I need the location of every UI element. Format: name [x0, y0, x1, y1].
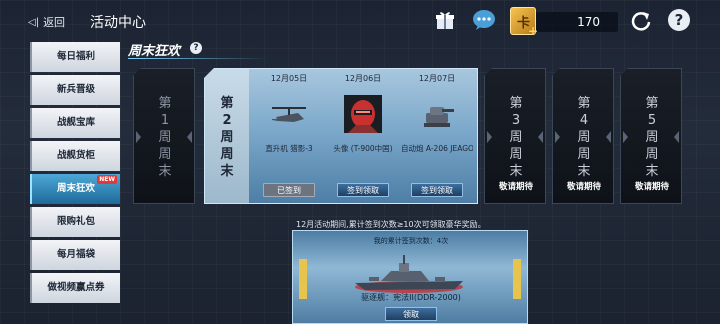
day-reward-name: 头像 (T-900中国)	[333, 144, 393, 153]
week-status: 敬请期待	[566, 182, 601, 192]
day-reward-name: 直升机 猎影-3	[265, 144, 313, 153]
week-card-4[interactable]: 第 4 周 周 末 敬请期待	[552, 68, 614, 204]
day-date: 12月06日	[344, 74, 382, 83]
gift-icon[interactable]	[434, 9, 456, 31]
week-label-panel: 第 2 周 周 末	[205, 69, 249, 203]
week-card-5[interactable]: 第 5 周 周 末 敬请期待	[620, 68, 682, 204]
menu-item-warship-vault[interactable]: 战舰宝库	[30, 108, 120, 138]
sign-in-count: 我的累计签到次数：4次	[373, 237, 449, 245]
menu-item-label: 每日福利	[56, 51, 95, 62]
day-reward-name: 自动炮 A-206 JEAGO-4mm	[401, 144, 473, 153]
day-slot-2: 12月06日 头像 (T-900中国) 签到领取	[327, 73, 399, 197]
week-status: 敬请期待	[634, 182, 669, 192]
menu-item-label: 战舰货柜	[56, 150, 95, 161]
menu-item-label: 限购礼包	[56, 216, 95, 227]
title-underline	[128, 58, 268, 59]
page-title: 活动中心	[90, 15, 146, 31]
menu-item-warship-container[interactable]: 战舰货柜	[30, 141, 120, 171]
currency-display[interactable]: 170 卡 +	[510, 7, 618, 38]
week-card-1[interactable]: 第 1 周 周 末	[133, 68, 195, 204]
side-menu: 每日福利 新兵晋级 战舰宝库 战舰货柜 周末狂欢 NEW 限购礼包 每月福袋 做…	[30, 42, 120, 306]
week-status: 敬请期待	[498, 182, 533, 192]
card-notch	[623, 131, 628, 143]
day-date: 12月07日	[418, 74, 456, 83]
chat-icon[interactable]	[472, 9, 496, 31]
card-notch	[606, 131, 611, 143]
card-notch	[538, 131, 543, 143]
section-help-icon[interactable]: ?	[190, 42, 202, 54]
menu-item-label: 周末狂欢	[56, 183, 95, 194]
menu-item-video-coupons[interactable]: 做视频赢点券	[30, 273, 120, 303]
helicopter-icon	[272, 107, 306, 122]
menu-item-limited-pack[interactable]: 限购礼包	[30, 207, 120, 237]
menu-item-label: 战舰宝库	[56, 117, 95, 128]
sign-in-claim-button[interactable]: 签到领取	[337, 183, 389, 197]
menu-item-label: 做视频赢点券	[47, 282, 105, 293]
back-button[interactable]: ◁| 返回	[28, 14, 65, 30]
back-arrow-icon: ◁|	[28, 16, 40, 28]
add-currency-icon[interactable]: +	[528, 24, 538, 38]
menu-item-label: 每月福袋	[56, 249, 95, 260]
week-label: 第 2 周 周 末	[220, 96, 234, 179]
refresh-icon[interactable]	[630, 10, 652, 32]
currency-bar: 170	[536, 12, 618, 32]
day-date: 12月05日	[270, 74, 308, 83]
menu-item-recruit-promotion[interactable]: 新兵晋级	[30, 75, 120, 105]
destroyer-ship-icon	[355, 255, 463, 293]
cumulative-reward-panel: 我的累计签到次数：4次 驱逐舰：宪法II(DDR-2000) 领取	[292, 230, 528, 324]
reward-rule-note: 12月活动期间,累计签到次数≥10次可领取豪华奖励。	[296, 220, 486, 229]
card-notch	[187, 131, 192, 143]
menu-item-daily-welfare[interactable]: 每日福利	[30, 42, 120, 72]
currency-amount: 170	[577, 15, 600, 29]
menu-item-label: 新兵晋级	[56, 84, 95, 95]
back-label: 返回	[43, 16, 66, 29]
card-notch	[674, 131, 679, 143]
robot-avatar-icon	[344, 95, 382, 133]
help-button[interactable]: ?	[668, 9, 690, 31]
day-slot-1: 12月05日 直升机 猎影-3 已签到	[253, 73, 325, 197]
section-title: 周末狂欢	[128, 44, 181, 59]
new-badge: NEW	[97, 175, 117, 184]
card-notch	[555, 131, 560, 143]
card-notch	[487, 131, 492, 143]
menu-item-monthly-bag[interactable]: 每月福袋	[30, 240, 120, 270]
week-card-2-active: 第 2 周 周 末 12月05日 直升机 猎影-3 已签到 12月06日 头像 …	[204, 68, 478, 204]
top-bar: ◁| 返回 活动中心 170 卡 + ?	[0, 0, 720, 40]
claim-reward-button[interactable]: 领取	[385, 307, 437, 321]
day-slot-3: 12月07日 自动炮 A-206 JEAGO-4mm 签到领取	[401, 73, 473, 197]
sign-in-claim-button[interactable]: 签到领取	[411, 183, 463, 197]
turret-icon	[424, 107, 454, 127]
week-card-3[interactable]: 第 3 周 周 末 敬请期待	[484, 68, 546, 204]
reward-ship-name: 驱逐舰：宪法II(DDR-2000)	[361, 293, 461, 302]
signed-in-button[interactable]: 已签到	[263, 183, 315, 197]
menu-item-weekend-carnival[interactable]: 周末狂欢 NEW	[30, 174, 120, 204]
card-notch	[136, 131, 141, 143]
